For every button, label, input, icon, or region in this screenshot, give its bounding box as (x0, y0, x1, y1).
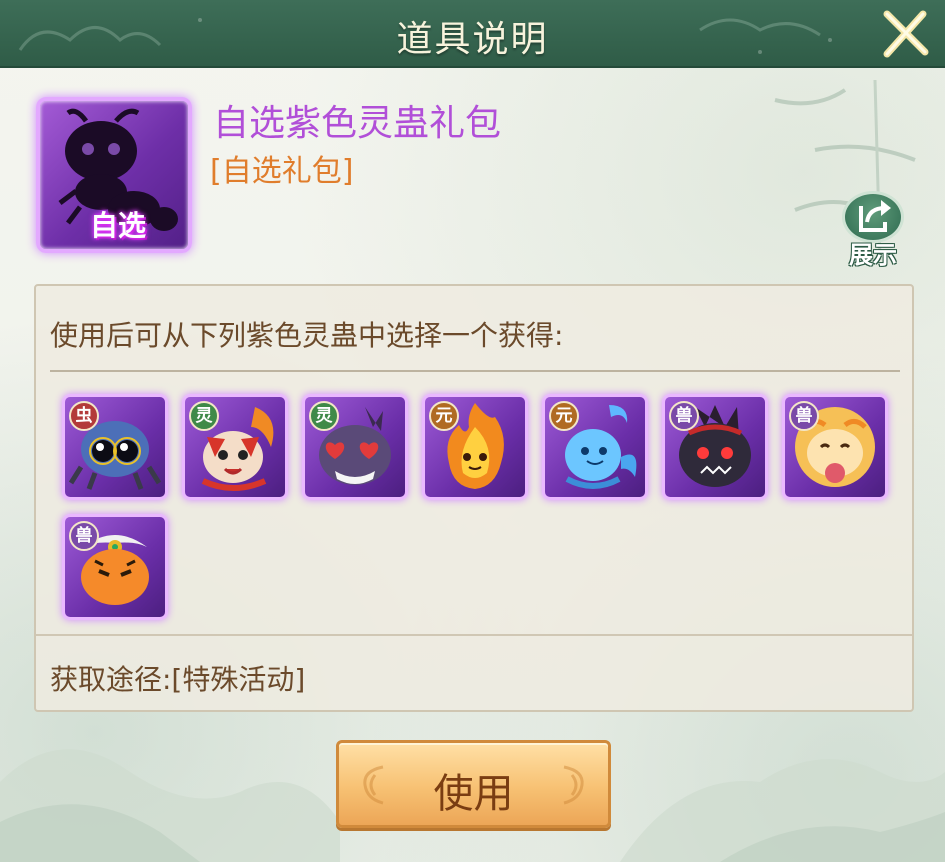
item-info-dialog: 道具说明 自选 自选紫色灵蛊礼包 [自选礼包] 展示 使用后可从下列紫色灵蛊中选… (0, 0, 945, 862)
pet-option[interactable]: 灵 (182, 394, 288, 500)
divider (36, 634, 912, 636)
pet-option[interactable]: 元 (422, 394, 528, 500)
pet-option[interactable]: 元 (542, 394, 648, 500)
pet-type-badge: 灵 (309, 401, 339, 431)
close-button[interactable] (877, 6, 933, 62)
divider (50, 370, 900, 372)
share-label: 展示 (849, 241, 897, 269)
title-bar: 道具说明 (0, 0, 945, 68)
description-text: 使用后可从下列紫色灵蛊中选择一个获得: (50, 319, 564, 352)
pet-option[interactable]: 兽 (62, 514, 168, 620)
pet-type-badge: 虫 (69, 401, 99, 431)
pet-type-badge: 元 (429, 401, 459, 431)
item-icon: 自选 (36, 97, 192, 253)
pet-type-badge: 元 (549, 401, 579, 431)
pet-type-badge: 兽 (69, 521, 99, 551)
pet-option[interactable]: 兽 (782, 394, 888, 500)
pet-type-badge: 兽 (789, 401, 819, 431)
pet-type-badge: 兽 (669, 401, 699, 431)
pet-type-badge: 灵 (189, 401, 219, 431)
share-arrow-icon (859, 200, 891, 232)
content-box: 使用后可从下列紫色灵蛊中选择一个获得: 虫 灵 灵 元 元 兽 兽 兽 获取途径… (34, 284, 914, 712)
pet-option[interactable]: 虫 (62, 394, 168, 500)
share-button[interactable]: 展示 (840, 191, 906, 271)
use-button-label: 使用 (433, 771, 514, 817)
dialog-title: 道具说明 (396, 19, 549, 60)
source-text: 获取途径:[特殊活动] (50, 663, 306, 696)
pet-option[interactable]: 兽 (662, 394, 768, 500)
item-type: [自选礼包] (210, 154, 354, 189)
item-tag-label: 自选 (90, 209, 147, 242)
pet-option[interactable]: 灵 (302, 394, 408, 500)
item-name: 自选紫色灵蛊礼包 (213, 103, 502, 144)
close-x-icon (883, 10, 929, 58)
use-button[interactable]: 使用 (336, 740, 611, 828)
